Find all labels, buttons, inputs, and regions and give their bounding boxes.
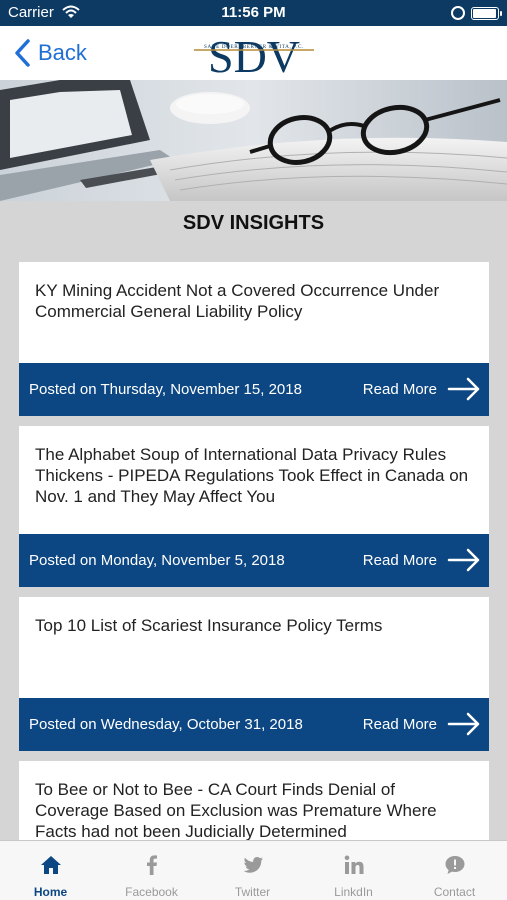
twitter-icon (243, 857, 263, 873)
status-time: 11:56 PM (221, 4, 286, 21)
article-title[interactable]: Top 10 List of Scariest Insurance Policy… (35, 615, 469, 636)
article-title[interactable]: The Alphabet Soup of International Data … (35, 444, 469, 507)
tab-label: Twitter (234, 885, 271, 899)
tab-bar: Home Facebook Twitter LinkdIn Contact (0, 840, 507, 900)
logo-text: SDV (208, 31, 300, 78)
back-button[interactable]: Back (12, 36, 87, 70)
article-card[interactable]: To Bee or Not to Bee - CA Court Finds De… (19, 761, 489, 851)
article-title[interactable]: KY Mining Accident Not a Covered Occurre… (35, 280, 469, 322)
back-label: Back (38, 40, 87, 65)
article-title[interactable]: To Bee or Not to Bee - CA Court Finds De… (35, 779, 469, 842)
rotation-lock-icon (451, 6, 465, 20)
article-card[interactable]: KY Mining Accident Not a Covered Occurre… (19, 262, 489, 416)
article-footer: Posted on Monday, November 5, 2018 Read … (19, 534, 489, 587)
sdv-logo: SDV SAXE DOERNBERGER & VITA, P.C. (192, 30, 316, 82)
article-footer: Posted on Thursday, November 15, 2018 Re… (19, 363, 489, 416)
logo-subtext: SAXE DOERNBERGER & VITA, P.C. (204, 44, 304, 50)
article-date: Posted on Wednesday, October 31, 2018 (29, 716, 303, 733)
read-more-button[interactable]: Read More (363, 548, 481, 572)
tab-contact[interactable]: Contact (404, 841, 505, 900)
navigation-bar: Back SDV SAXE DOERNBERGER & VITA, P.C. (0, 26, 507, 82)
read-more-button[interactable]: Read More (363, 377, 481, 401)
battery-level (473, 9, 496, 18)
battery-icon (471, 7, 502, 20)
article-card[interactable]: The Alphabet Soup of International Data … (19, 426, 489, 587)
facebook-icon (146, 855, 157, 875)
status-bar: Carrier 11:56 PM (0, 0, 507, 26)
arrow-right-icon (447, 712, 480, 736)
linkedin-icon (344, 855, 363, 874)
tab-facebook[interactable]: Facebook (101, 841, 202, 900)
tab-label: LinkdIn (334, 885, 373, 899)
read-more-label: Read More (362, 380, 437, 398)
chevron-left-icon (15, 39, 30, 67)
chat-bubble-icon (445, 856, 464, 874)
article-date: Posted on Monday, November 5, 2018 (29, 552, 285, 569)
tab-linkedin[interactable]: LinkdIn (303, 841, 404, 900)
article-date: Posted on Thursday, November 15, 2018 (29, 381, 302, 398)
tab-label: Home (33, 885, 68, 899)
hero-image (0, 80, 507, 201)
read-more-button[interactable]: Read More (363, 712, 481, 736)
tab-home[interactable]: Home (0, 841, 101, 900)
tab-label: Facebook (125, 885, 178, 899)
tab-label: Contact (433, 885, 476, 899)
article-footer: Posted on Wednesday, October 31, 2018 Re… (19, 698, 489, 751)
home-icon (40, 856, 61, 874)
arrow-right-icon (447, 548, 480, 572)
read-more-label: Read More (362, 551, 437, 569)
read-more-label: Read More (362, 715, 437, 733)
page-title: SDV INSIGHTS (182, 212, 325, 234)
tab-twitter[interactable]: Twitter (202, 841, 303, 900)
article-card[interactable]: Top 10 List of Scariest Insurance Policy… (19, 597, 489, 751)
arrow-right-icon (447, 377, 480, 401)
